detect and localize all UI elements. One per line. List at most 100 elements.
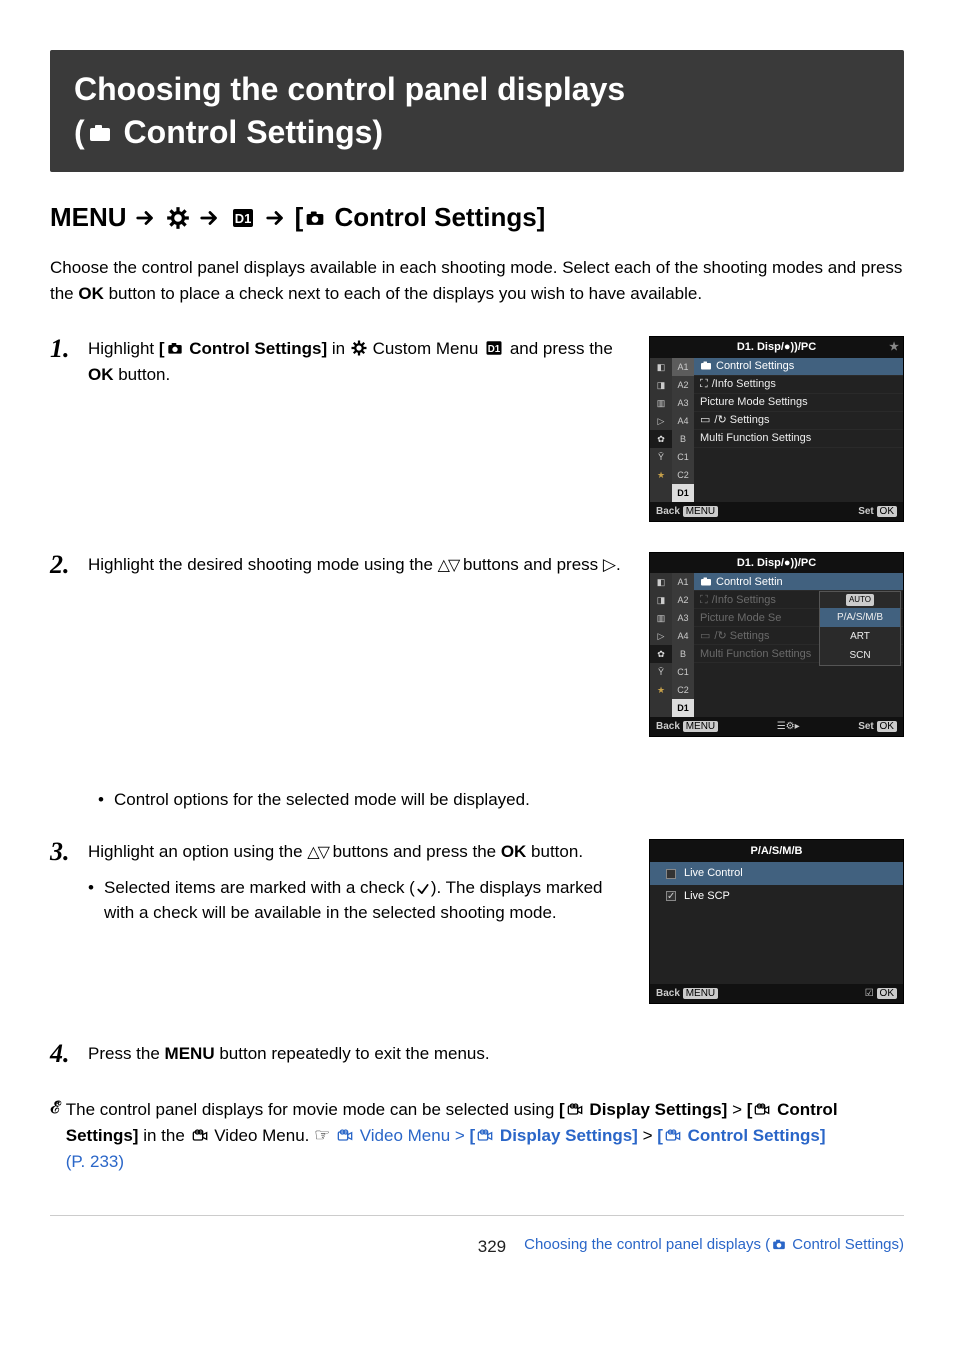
note-text: The control panel displays for movie mod… xyxy=(66,1097,844,1175)
footer-section-link[interactable]: Choosing the control panel displays ( Co… xyxy=(524,1234,904,1257)
d1-badge-icon xyxy=(483,339,505,357)
t: Choosing the control panel displays ( xyxy=(524,1236,770,1253)
t: Control Settings] xyxy=(683,1126,826,1145)
t: Custom Menu xyxy=(368,339,483,358)
check-footer: Back MENU ☑ OK xyxy=(650,984,903,1003)
menu-label: MENU xyxy=(165,1044,215,1063)
page-footer: 329 Choosing the control panel displays … xyxy=(50,1215,904,1260)
sec: C1 xyxy=(672,663,694,681)
menu-header: D1. Disp/●))/PC xyxy=(737,555,816,572)
lbl: /↻ Settings xyxy=(714,628,769,645)
sec: C1 xyxy=(672,448,694,466)
check-body: Live Control Live SCP xyxy=(650,862,903,984)
camera1-tab-icon: ◧ xyxy=(650,358,672,376)
sec: A3 xyxy=(672,394,694,412)
video-icon xyxy=(752,1102,772,1118)
set-label: Set xyxy=(858,506,874,517)
check-row: Live SCP xyxy=(650,885,903,908)
sec: A4 xyxy=(672,627,694,645)
burst-icon: ▭ xyxy=(700,412,710,429)
step-2: 2. Highlight the desired shooting mode u… xyxy=(50,552,904,738)
mode-popup: AUTO P/A/S/M/B ART SCN xyxy=(819,591,901,666)
burst-icon: ▭ xyxy=(700,628,710,645)
step-3: 3. Highlight an option using the △▽ butt… xyxy=(50,839,904,1011)
step-3-body: Highlight an option using the △▽ buttons… xyxy=(88,839,631,926)
checkbox-checked-icon xyxy=(666,891,676,901)
check-icon xyxy=(415,882,431,896)
check-toggle-icon: ☑ xyxy=(865,988,874,999)
t: in xyxy=(327,339,350,358)
menu-footer: Back MENU Set OK xyxy=(650,502,903,521)
camera-icon xyxy=(700,360,712,372)
menu-item: ▭/↻ Settings xyxy=(694,412,903,430)
lbl: Multi Function Settings xyxy=(700,646,811,663)
up-down-triangle-icon: △▽ xyxy=(438,557,459,574)
menu-header: D1. Disp/●))/PC xyxy=(737,339,816,356)
menu-button-icon: MENU xyxy=(683,721,718,732)
ok-button-icon: OK xyxy=(877,506,897,517)
sec-active: D1 xyxy=(672,484,694,502)
playback-tab-icon: ▷ xyxy=(650,412,672,430)
step-1-body: Highlight [ Control Settings] in Custom … xyxy=(88,336,631,387)
back-label: Back xyxy=(656,988,680,999)
menu-button-icon: MENU xyxy=(683,988,718,999)
sec-active: D1 xyxy=(672,699,694,717)
sub-text: Selected items are marked with a check (… xyxy=(104,875,631,926)
t: Selected items are marked with a check ( xyxy=(104,878,415,897)
t: button. xyxy=(114,365,171,384)
lbl: Live Control xyxy=(684,865,743,882)
lbl: Picture Mode Se xyxy=(700,610,781,627)
bullet-icon: • xyxy=(98,787,106,813)
lbl: Control Settin xyxy=(716,574,783,591)
menu-sections: A1 A2 A3 A4 B C1 C2 D1 xyxy=(672,573,694,717)
t: Video Menu. xyxy=(210,1126,315,1145)
menu-screenshot-2: D1. Disp/●))/PC ◧ ◨ ▥ ▷ ✿ Ῠ ★ A1 A2 A3 A… xyxy=(649,552,904,738)
footnote: 𝓔́ The control panel displays for movie … xyxy=(50,1097,904,1175)
t: button repeatedly to exit the menus. xyxy=(215,1044,490,1063)
menu-screenshot-3: P/A/S/M/B Live Control Live SCP Back MEN… xyxy=(649,839,904,1011)
step-3-sub-bullet: • Selected items are marked with a check… xyxy=(88,875,631,926)
link-video-menu[interactable]: Video Menu > [ Display Settings] xyxy=(335,1126,638,1145)
video-tab-icon: ▥ xyxy=(650,609,672,627)
t: Control Settings] xyxy=(185,339,328,358)
step-number: 1. xyxy=(50,336,78,387)
lbl: /Info Settings xyxy=(712,376,776,393)
t: Highlight xyxy=(88,339,159,358)
ok-button-icon: OK xyxy=(877,988,897,999)
star-icon: ★ xyxy=(889,339,899,356)
auto-badge: AUTO xyxy=(846,594,874,606)
gear-tab-icon: ✿ xyxy=(650,645,672,663)
title-text: Control Settings) xyxy=(115,114,383,150)
page-title: Choosing the control panel displays ( Co… xyxy=(74,68,880,154)
popup-row: ART xyxy=(820,627,900,646)
info-icon: ⛶ xyxy=(700,592,708,609)
page-number: 329 xyxy=(478,1234,506,1260)
lbl: /Info Settings xyxy=(712,592,776,609)
sec: C2 xyxy=(672,466,694,484)
sub-text: Control options for the selected mode wi… xyxy=(114,787,530,813)
sec: A4 xyxy=(672,412,694,430)
hint-icon: 𝓔́ xyxy=(50,1097,60,1175)
lbl: /↻ Settings xyxy=(714,412,769,429)
step-number: 3. xyxy=(50,839,78,926)
menu-side-tabs: ◧ ◨ ▥ ▷ ✿ Ῠ ★ xyxy=(650,358,672,502)
menu-button-icon: MENU xyxy=(683,506,718,517)
popup-row: SCN xyxy=(820,646,900,665)
t: and press the xyxy=(505,339,613,358)
camera-icon xyxy=(85,122,115,146)
bracket-open: [ xyxy=(295,202,304,232)
sec: A3 xyxy=(672,609,694,627)
t: . xyxy=(616,555,621,574)
right-triangle-icon: ▷ xyxy=(603,555,616,574)
menu-path: MENU [ Control Settings] xyxy=(50,198,904,237)
my-tab-icon: ★ xyxy=(650,466,672,484)
intro-paragraph: Choose the control panel displays availa… xyxy=(50,255,904,306)
t: button. xyxy=(526,842,583,861)
breadcrumb-final: Control Settings] xyxy=(327,202,545,232)
menu-label: MENU xyxy=(50,198,127,237)
d1-badge-icon xyxy=(229,206,257,230)
back-label: Back xyxy=(656,721,680,732)
title-paren-open: ( xyxy=(74,114,85,150)
gear-icon xyxy=(350,339,368,357)
step-number: 4. xyxy=(50,1041,78,1067)
